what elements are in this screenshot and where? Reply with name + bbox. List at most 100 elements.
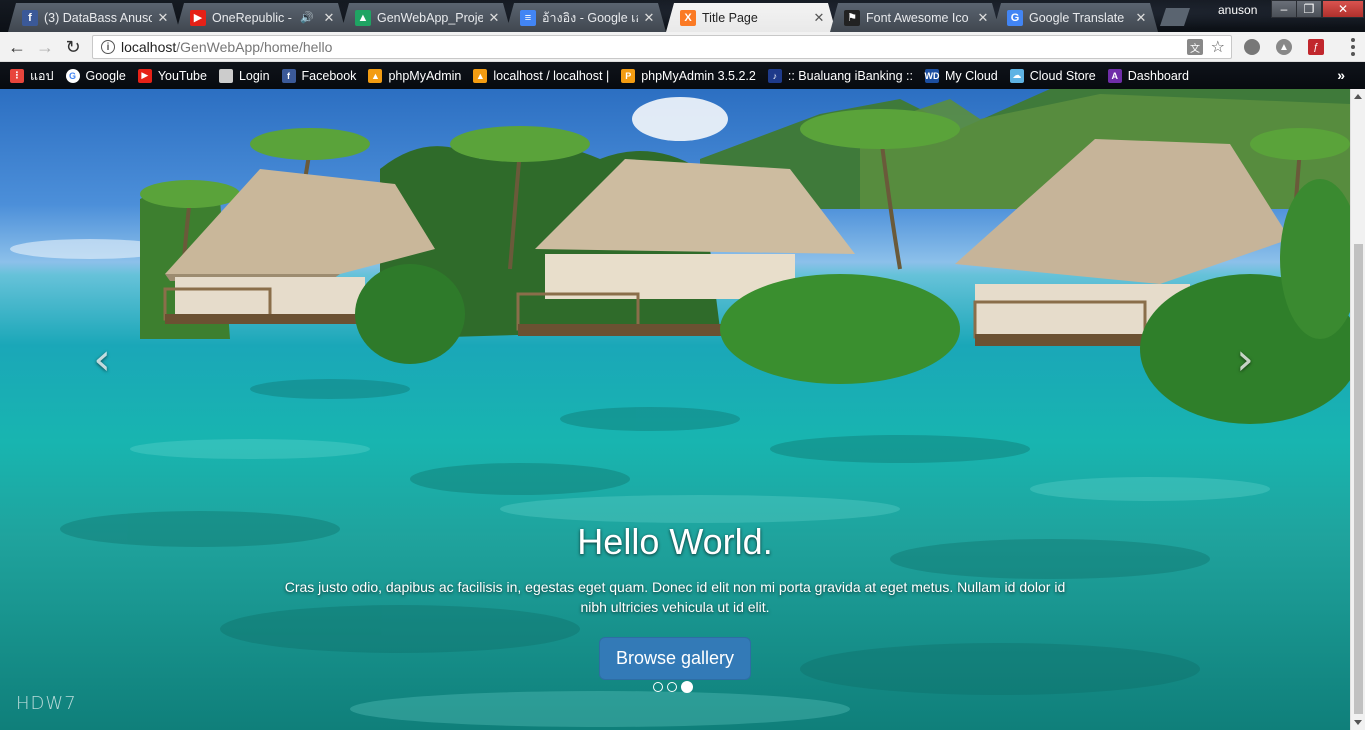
forward-arrow-icon[interactable]: →: [35, 37, 55, 57]
browse-gallery-button[interactable]: Browse gallery: [598, 637, 752, 680]
tab-title: Title Page: [702, 10, 758, 25]
tab-title: OneRepublic -: [212, 10, 292, 25]
browser-tab[interactable]: ▲ GenWebApp_Proje ✕: [341, 3, 511, 32]
phpmyadmin-icon: ▲: [368, 68, 383, 83]
page-icon: [218, 68, 233, 83]
address-bar[interactable]: i localhost/GenWebApp/home/hello 文 ☆: [92, 35, 1232, 59]
browser-tab[interactable]: X Title Page ✕: [666, 3, 836, 32]
browser-tab[interactable]: ≡ อ้างอิง - Google เอก ✕: [506, 3, 666, 32]
bank-icon: ♪: [767, 68, 782, 83]
bookmark-item[interactable]: WD My Cloud: [924, 68, 998, 83]
google-drive-icon: ▲: [355, 10, 371, 26]
window-close-button[interactable]: ✕: [1322, 0, 1364, 18]
apps-icon: ⋮: [10, 68, 24, 83]
tab-title: (3) DataBass Anuso: [44, 10, 152, 25]
browser-tab[interactable]: f (3) DataBass Anuso ✕: [8, 3, 180, 32]
bookmark-label: phpMyAdmin 3.5.2.2: [641, 68, 756, 83]
bookmark-item[interactable]: ▲ phpMyAdmin: [368, 68, 462, 83]
tab-close-icon[interactable]: ✕: [812, 11, 826, 25]
page-scrollbar[interactable]: [1350, 89, 1365, 730]
browser-toolbar: ← → ↻ i localhost/GenWebApp/home/hello 文…: [0, 32, 1365, 62]
translate-page-icon[interactable]: 文: [1187, 39, 1203, 55]
google-drive-extension-icon[interactable]: ▲: [1276, 39, 1292, 55]
scrollbar-thumb[interactable]: [1354, 244, 1363, 714]
bookmark-item[interactable]: ▶ YouTube: [137, 68, 207, 83]
bookmark-label: Cloud Store: [1029, 68, 1096, 83]
bookmark-label: :: Bualuang iBanking ::: [787, 68, 913, 83]
scroll-down-icon[interactable]: [1354, 720, 1362, 725]
carousel-indicator-dot[interactable]: [667, 682, 677, 692]
bookmark-item[interactable]: ⋮ แอป: [10, 66, 54, 86]
tab-strip: f (3) DataBass Anuso ✕ ▶ OneRepublic - 🔊 ✕ ▲ Ge…: [0, 0, 1365, 32]
facebook-icon: f: [22, 10, 38, 26]
tab-close-icon[interactable]: ✕: [642, 11, 656, 25]
browser-tab[interactable]: ▶ OneRepublic - 🔊 ✕: [176, 3, 346, 32]
carousel-indicator-dot[interactable]: [681, 681, 693, 693]
bookmark-label: My Cloud: [944, 68, 998, 83]
youtube-icon: ▶: [137, 68, 152, 83]
bookmark-label: localhost / localhost |: [493, 68, 610, 83]
bookmark-item[interactable]: f Facebook: [281, 68, 357, 83]
address-host: localhost: [121, 39, 177, 55]
browser-tab[interactable]: ⚑ Font Awesome Ico ✕: [830, 3, 1000, 32]
bookmark-label: Dashboard: [1127, 68, 1189, 83]
google-docs-icon: ≡: [520, 10, 536, 26]
youtube-icon: ▶: [190, 10, 206, 26]
extension-circle-icon[interactable]: [1244, 39, 1260, 55]
scroll-up-icon[interactable]: [1354, 94, 1362, 99]
bookmark-item[interactable]: Login: [218, 68, 270, 83]
carousel-indicator-dot[interactable]: [653, 682, 663, 692]
bookmark-item[interactable]: ♪:: Bualuang iBanking ::: [767, 68, 913, 83]
xampp-icon: X: [680, 10, 696, 26]
bookmark-item[interactable]: ▲ localhost / localhost |: [473, 68, 610, 83]
cloud-store-icon: ☁: [1009, 68, 1024, 83]
chrome-menu-icon[interactable]: [1350, 38, 1356, 56]
bookmark-item[interactable]: ☁ Cloud Store: [1009, 68, 1096, 83]
minimize-button[interactable]: –: [1271, 0, 1297, 18]
bookmarks-overflow-icon[interactable]: »: [1337, 67, 1345, 83]
tab-close-icon[interactable]: ✕: [156, 11, 170, 25]
google-translate-icon: G: [1007, 10, 1023, 26]
tab-close-icon[interactable]: ✕: [1134, 11, 1148, 25]
flash-extension-icon[interactable]: ƒ: [1308, 39, 1324, 55]
back-arrow-icon[interactable]: ←: [7, 37, 27, 57]
bookmark-label: แอป: [30, 68, 54, 83]
bookmark-label: phpMyAdmin: [388, 68, 462, 83]
bookmark-label: Google: [85, 68, 126, 83]
watermark-logo: HDW7: [16, 693, 77, 714]
wd-icon: WD: [924, 68, 940, 83]
bookmarks-bar: ⋮ แอป G Google ▶ YouTube Login f Facebook ▲ phpMyA…: [0, 62, 1365, 89]
site-info-icon[interactable]: i: [101, 40, 115, 54]
maximize-button[interactable]: ❐: [1296, 0, 1322, 18]
carousel-next-icon[interactable]: ›: [1215, 329, 1275, 389]
carousel-indicators: [653, 681, 693, 693]
tab-title: Font Awesome Ico: [866, 10, 969, 25]
bookmark-item[interactable]: A Dashboard: [1107, 68, 1189, 83]
address-path: /GenWebApp/home/hello: [176, 39, 333, 55]
browser-tab[interactable]: G Google Translate ✕: [993, 3, 1158, 32]
tab-audio-icon[interactable]: 🔊: [300, 11, 314, 24]
bookmark-item[interactable]: G Google: [65, 68, 126, 83]
tab-title: GenWebApp_Proje: [377, 10, 483, 25]
phpmyadmin-icon: ▲: [473, 68, 488, 83]
pma-icon: P: [621, 68, 636, 83]
flag-icon: ⚑: [844, 10, 860, 26]
bookmark-label: Facebook: [301, 68, 357, 83]
profile-name[interactable]: anuson: [1218, 3, 1257, 17]
carousel-caption: Hello World. Cras justo odio, dapibus ac…: [270, 519, 1080, 680]
google-icon: G: [65, 68, 80, 83]
bookmark-label: YouTube: [157, 68, 207, 83]
carousel-heading: Hello World.: [577, 521, 773, 562]
reload-icon[interactable]: ↻: [63, 37, 83, 57]
dashboard-icon: A: [1107, 68, 1122, 83]
bookmark-item[interactable]: PphpMyAdmin 3.5.2.2: [621, 68, 756, 83]
tab-close-icon[interactable]: ✕: [976, 11, 990, 25]
carousel-prev-icon[interactable]: ‹: [72, 329, 132, 389]
bookmark-label: Login: [238, 68, 270, 83]
new-tab-button[interactable]: [1160, 8, 1190, 26]
tab-close-icon[interactable]: ✕: [487, 11, 501, 25]
bookmark-star-icon[interactable]: ☆: [1211, 37, 1225, 57]
facebook-icon: f: [281, 68, 296, 83]
tab-close-icon[interactable]: ✕: [322, 11, 336, 25]
tab-title: อ้างอิง - Google เอก: [542, 10, 636, 25]
